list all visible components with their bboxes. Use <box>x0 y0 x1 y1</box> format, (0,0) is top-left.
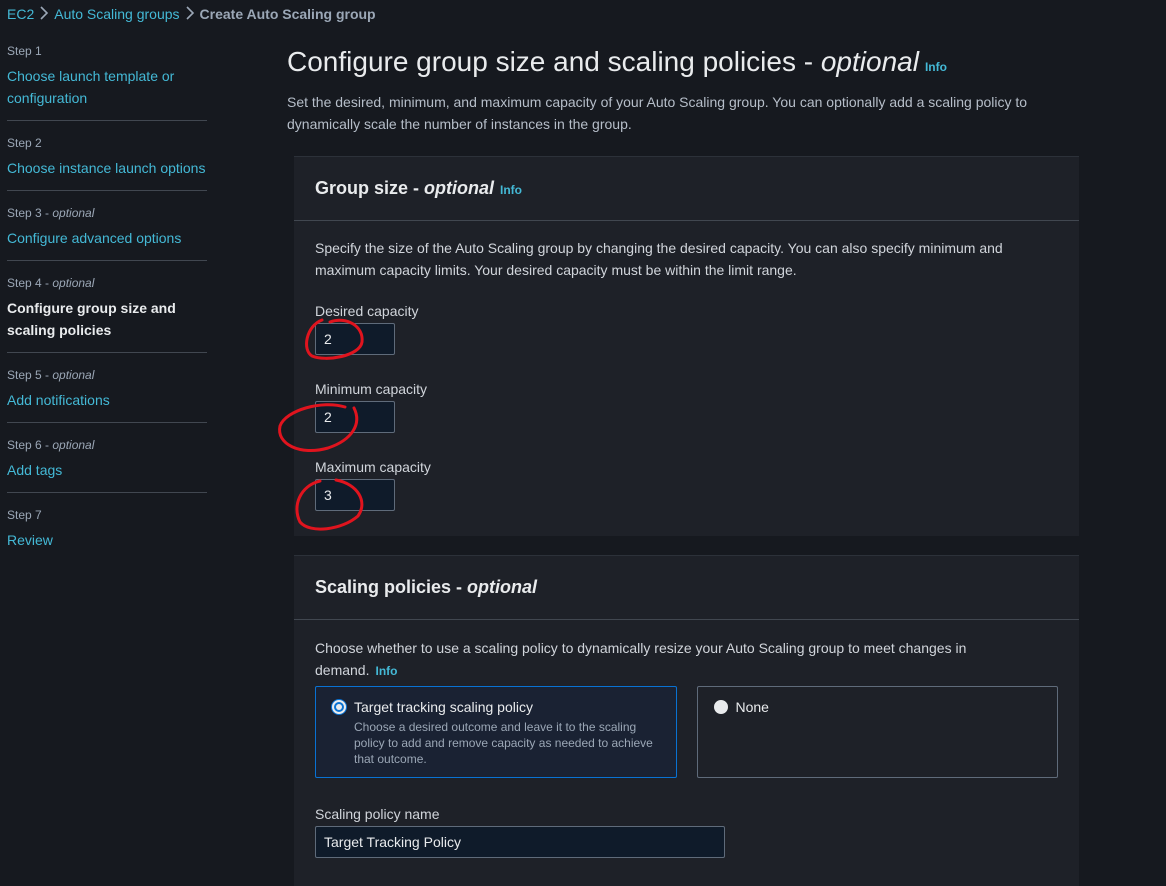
wizard-step-2: Step 2 Choose instance launch options <box>7 136 207 191</box>
breadcrumb-ec2-link[interactable]: EC2 <box>7 6 34 22</box>
policy-name-label: Scaling policy name <box>315 806 440 822</box>
breadcrumb-current: Create Auto Scaling group <box>199 6 376 22</box>
info-link[interactable]: Info <box>375 664 397 678</box>
step-optional-tag: optional <box>52 368 95 382</box>
step-label: Step 4 - <box>7 276 53 290</box>
minimum-capacity-input[interactable] <box>315 401 395 433</box>
step-link-advanced-options[interactable]: Configure advanced options <box>7 227 207 249</box>
desired-capacity-field: Desired capacity <box>315 301 1058 355</box>
radio-unchecked-icon[interactable] <box>713 700 728 714</box>
step-link-launch-template[interactable]: Choose launch template or configuration <box>7 65 207 109</box>
step-link-tags[interactable]: Add tags <box>7 459 207 481</box>
breadcrumb: EC2 Auto Scaling groups Create Auto Scal… <box>7 5 376 23</box>
step-label: Step 5 - <box>7 368 53 382</box>
minimum-capacity-field: Minimum capacity <box>315 379 1058 433</box>
step-link-review[interactable]: Review <box>7 529 207 551</box>
scaling-policies-container: Scaling policies - optional Choose wheth… <box>294 555 1079 886</box>
step-label: Step 2 <box>7 136 42 150</box>
step-label: Step 1 <box>7 44 42 58</box>
option-description: Choose a desired outcome and leave it to… <box>354 720 653 766</box>
breadcrumb-asg-link[interactable]: Auto Scaling groups <box>54 6 179 22</box>
step-optional-tag: optional <box>52 438 95 452</box>
page-title: Configure group size and scaling policie… <box>287 46 947 77</box>
step-current-group-size: Configure group size and scaling policie… <box>7 300 176 338</box>
wizard-step-3: Step 3 - optional Configure advanced opt… <box>7 206 207 261</box>
step-link-launch-options[interactable]: Choose instance launch options <box>7 157 207 179</box>
wizard-step-7: Step 7 Review <box>7 508 207 562</box>
info-link[interactable]: Info <box>925 60 947 74</box>
chevron-right-icon <box>180 5 200 23</box>
container-header: Group size - optional Info <box>294 157 1079 221</box>
step-link-notifications[interactable]: Add notifications <box>7 389 207 411</box>
scaling-policy-options: Target tracking scaling policy Choose a … <box>315 686 1058 778</box>
desired-capacity-label: Desired capacity <box>315 303 419 319</box>
maximum-capacity-label: Maximum capacity <box>315 459 431 475</box>
minimum-capacity-label: Minimum capacity <box>315 381 428 397</box>
step-label: Step 3 - <box>7 206 53 220</box>
radio-checked-icon[interactable] <box>332 700 346 714</box>
page-header: Configure group size and scaling policie… <box>287 44 1087 135</box>
step-label: Step 6 - <box>7 438 53 452</box>
maximum-capacity-input[interactable] <box>315 479 395 511</box>
target-tracking-option[interactable]: Target tracking scaling policy Choose a … <box>315 686 677 778</box>
desired-capacity-input[interactable] <box>315 323 395 355</box>
policy-name-field: Scaling policy name <box>315 804 1058 858</box>
step-label: Step 7 <box>7 508 42 522</box>
wizard-steps-nav: Step 1 Choose launch template or configu… <box>7 44 207 577</box>
page-description: Set the desired, minimum, and maximum ca… <box>287 94 1028 132</box>
option-title: Target tracking scaling policy <box>354 699 533 715</box>
wizard-step-5: Step 5 - optional Add notifications <box>7 368 207 423</box>
info-link[interactable]: Info <box>500 183 522 197</box>
group-size-container: Group size - optional Info Specify the si… <box>294 156 1079 536</box>
none-option[interactable]: None <box>696 686 1058 778</box>
step-optional-tag: optional <box>52 276 95 290</box>
policy-name-input[interactable] <box>315 826 725 858</box>
wizard-step-4: Step 4 - optional Configure group size a… <box>7 276 207 353</box>
group-size-description: Specify the size of the Auto Scaling gro… <box>315 240 1003 278</box>
option-title: None <box>735 699 769 715</box>
group-size-title: Group size - optional Info <box>315 178 523 198</box>
scaling-policies-description: Choose whether to use a scaling policy t… <box>315 640 967 678</box>
page-title-optional: optional <box>820 46 919 77</box>
maximum-capacity-field: Maximum capacity <box>315 457 1058 511</box>
step-optional-tag: optional <box>52 206 95 220</box>
wizard-step-1: Step 1 Choose launch template or configu… <box>7 44 207 121</box>
scaling-policies-title: Scaling policies - optional <box>315 577 538 597</box>
wizard-step-6: Step 6 - optional Add tags <box>7 438 207 493</box>
chevron-right-icon <box>34 5 54 23</box>
container-header: Scaling policies - optional <box>294 556 1079 620</box>
